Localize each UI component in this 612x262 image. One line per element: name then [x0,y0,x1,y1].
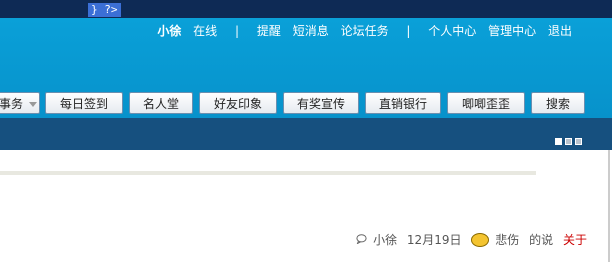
tab-affairs[interactable]: 事务 [0,92,40,114]
messages-link[interactable]: 短消息 [293,22,329,39]
tab-label: 名人堂 [142,97,179,111]
code-snippet: } ?> [88,3,121,17]
slide-dot-1[interactable] [555,138,562,145]
tasks-link[interactable]: 论坛任务 [341,22,389,39]
slide-dot-2[interactable] [565,138,572,145]
user-nav: 小徐 在线 | 提醒 短消息 论坛任务 | 个人中心 管理中心 退出 [149,22,572,39]
tab-search[interactable]: 搜索 [531,92,585,114]
tab-label: 事务 [0,97,23,111]
online-status: 在线 [193,24,218,38]
nav-separator: | [406,24,411,38]
tab-reward-promotion[interactable]: 有奖宣传 [283,92,359,114]
slide-indicator [552,130,582,149]
personal-center-link[interactable]: 个人中心 [428,22,476,39]
sad-face-icon [471,232,490,247]
post-author[interactable]: 小徐 [373,231,397,248]
post-mood: 悲伤 [495,233,520,247]
slide-dot-3[interactable] [575,138,582,145]
tab-label: 有奖宣传 [296,97,345,111]
admin-center-link[interactable]: 管理中心 [488,22,536,39]
tab-direct-bank[interactable]: 直销银行 [365,92,441,114]
tab-hall-of-fame[interactable]: 名人堂 [129,92,193,114]
tab-label: 唧唧歪歪 [461,97,510,111]
tab-daily-checkin[interactable]: 每日签到 [45,92,123,114]
top-bar: } ?> [0,0,612,18]
remind-link[interactable]: 提醒 [257,22,281,39]
post-meta: 小徐 12月19日 悲伤 的说 关于 [350,231,587,248]
tab-chitchat[interactable]: 唧唧歪歪 [447,92,525,114]
post-date: 12月19日 [406,233,462,247]
tab-label: 搜索 [545,97,570,111]
nav-bar [0,118,612,150]
tab-label: 好友印象 [213,97,262,111]
logout-link[interactable]: 退出 [548,22,572,39]
username-link[interactable]: 小徐 [157,22,181,39]
says-text: 的说 [529,233,554,247]
comment-icon [356,233,367,247]
content-divider [0,171,536,175]
tab-label: 直销银行 [378,97,427,111]
tab-label: 每日签到 [59,97,108,111]
chevron-down-icon [29,102,37,107]
about-link[interactable]: 关于 [563,231,587,248]
nav-separator: | [235,24,240,38]
tab-friend-impression[interactable]: 好友印象 [199,92,277,114]
